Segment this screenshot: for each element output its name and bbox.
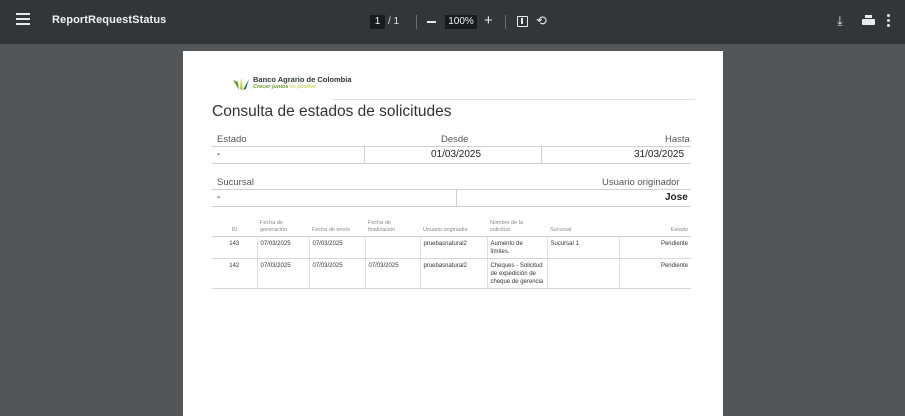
column-header-estado: Estado — [619, 214, 691, 237]
rotate-icon[interactable]: ⟲ — [536, 13, 547, 29]
logo-tagline: Crecer juntos es positivo — [253, 84, 316, 90]
cell-sucursal: Sucursal 1 — [547, 236, 620, 259]
toolbar-divider — [416, 15, 417, 29]
cell-fecha-finalizacion: 07/03/2025 — [365, 258, 421, 289]
header-divider — [333, 99, 695, 100]
column-header-nombre-solicitud: Nombre de la solicitud — [487, 214, 547, 237]
column-header-sucursal: Sucursal — [547, 214, 619, 237]
desde-value: 01/03/2025 — [431, 149, 482, 160]
document-title: ReportRequestStatus — [52, 14, 167, 26]
cell-fecha-generacion: 07/03/2025 — [257, 236, 310, 259]
cell-estado: Pendiente — [619, 236, 691, 259]
filter-divider — [212, 206, 691, 207]
table-row: 142 07/03/2025 07/03/2025 07/03/2025 pru… — [212, 258, 691, 289]
sucursal-value: - — [217, 192, 221, 203]
page-number-input[interactable]: 1 — [370, 15, 385, 29]
column-header-id: ID — [212, 214, 257, 237]
page-title: Consulta de estados de solicitudes — [212, 103, 452, 120]
cell-fecha-generacion: 07/03/2025 — [257, 258, 310, 289]
minus-icon[interactable] — [427, 21, 436, 23]
table-header-row: ID Fecha de generación Fecha de envío Fe… — [212, 214, 691, 237]
zoom-input[interactable]: 100% — [445, 15, 477, 29]
sucursal-label: Sucursal — [217, 177, 254, 188]
cell-id: 143 — [212, 236, 258, 259]
hasta-value: 31/03/2025 — [634, 149, 685, 160]
desde-label: Desde — [441, 134, 469, 145]
logo-leaf-icon — [233, 78, 249, 90]
cell-nombre-solicitud: Aumento de límites. — [487, 236, 548, 259]
plus-icon[interactable]: + — [484, 13, 493, 29]
usuario-originador-label: Usuario originador — [602, 177, 680, 188]
results-table: ID Fecha de generación Fecha de envío Fe… — [212, 214, 691, 289]
cell-nombre-solicitud: Cheques - Solicitud de expedición de che… — [487, 258, 548, 289]
table-row: 143 07/03/2025 07/03/2025 pruebasnatural… — [212, 236, 691, 259]
pdf-viewer-toolbar: ReportRequestStatus 1 / 1 100% + ⟲ ⤓ — [0, 0, 905, 44]
bank-logo: Banco Agrario de Colombia Crecer juntos … — [232, 75, 352, 95]
hamburger-icon[interactable] — [16, 13, 30, 25]
hasta-label: Hasta — [665, 134, 690, 145]
cell-fecha-envio: 07/03/2025 — [309, 236, 366, 259]
filter-cell-divider — [456, 189, 457, 206]
cell-fecha-finalizacion — [365, 236, 421, 259]
download-icon[interactable]: ⤓ — [837, 13, 843, 29]
logo-tagline-accent: es positivo — [290, 84, 316, 90]
filter-divider — [212, 146, 691, 147]
cell-id: 142 — [212, 258, 258, 289]
filter-cell-divider — [364, 146, 365, 163]
fit-page-icon[interactable] — [517, 16, 528, 27]
page-total: / 1 — [388, 16, 400, 27]
cell-estado: Pendiente — [619, 258, 691, 289]
column-header-usuario-originador: Usuario originador — [420, 214, 487, 237]
filter-cell-divider — [541, 146, 542, 163]
filter-divider — [212, 163, 691, 164]
usuario-originador-value: Jose — [665, 192, 688, 203]
print-icon[interactable] — [862, 15, 875, 26]
toolbar-divider — [505, 15, 506, 29]
column-header-fecha-envio: Fecha de envío — [309, 214, 365, 237]
column-header-fecha-generacion: Fecha de generación — [257, 214, 309, 237]
pdf-page: Banco Agrario de Colombia Crecer juntos … — [183, 51, 723, 416]
cell-sucursal — [547, 258, 620, 289]
logo-name: Banco Agrario de Colombia — [253, 75, 352, 84]
estado-value: - — [217, 149, 221, 160]
column-header-fecha-finalizacion: Fecha de finalización — [365, 214, 420, 237]
filter-divider — [212, 189, 691, 190]
cell-usuario-originador: pruebasnatural2 — [420, 236, 488, 259]
cell-usuario-originador: pruebasnatural2 — [420, 258, 488, 289]
cell-fecha-envio: 07/03/2025 — [309, 258, 366, 289]
more-vert-icon[interactable] — [887, 14, 890, 28]
estado-label: Estado — [217, 134, 247, 145]
